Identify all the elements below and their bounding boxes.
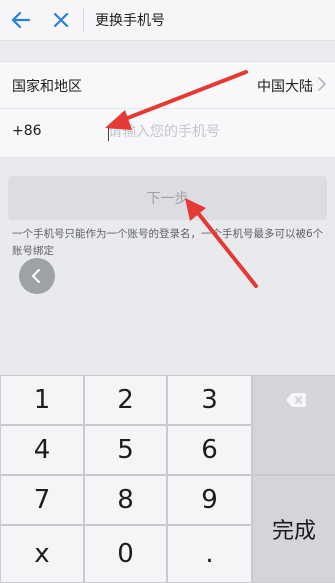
key-6[interactable]: 6 — [168, 426, 251, 474]
backspace-key[interactable] — [253, 376, 335, 474]
done-key[interactable]: 完成 — [253, 476, 335, 582]
nav-divider — [83, 8, 84, 32]
chevron-right-icon — [318, 77, 326, 91]
key-4[interactable]: 4 — [1, 426, 83, 474]
key-2[interactable]: 2 — [85, 376, 166, 424]
next-step-button[interactable]: 下一步 — [8, 176, 327, 220]
back-arrow-icon — [11, 11, 31, 29]
key-3[interactable]: 3 — [168, 376, 251, 424]
key-dot[interactable]: . — [168, 526, 251, 582]
key-9[interactable]: 9 — [168, 476, 251, 524]
key-7[interactable]: 7 — [1, 476, 83, 524]
chevron-left-icon — [32, 269, 40, 283]
hint-text: 一个手机号只能作为一个账号的登录名，一个手机号最多可以被6个账号绑定 — [12, 228, 324, 257]
region-selector[interactable]: 国家和地区 中国大陆 — [0, 62, 335, 109]
key-8[interactable]: 8 — [85, 476, 166, 524]
page-title: 更换手机号 — [95, 13, 165, 29]
back-button[interactable] — [9, 8, 33, 32]
key-x[interactable]: x — [1, 526, 83, 582]
numeric-keyboard: 1 2 3 4 5 6 7 8 9 完成 x 0 . — [0, 375, 335, 583]
region-label: 国家和地区 — [12, 79, 82, 95]
country-code: +86 — [12, 123, 42, 139]
floating-back-button[interactable] — [19, 258, 55, 294]
spacer-band — [0, 41, 335, 61]
top-nav-bar: 更换手机号 — [0, 0, 335, 41]
key-5[interactable]: 5 — [85, 426, 166, 474]
region-value: 中国大陆 — [257, 79, 313, 95]
backspace-icon — [286, 393, 306, 407]
phone-form: 国家和地区 中国大陆 +86 — [0, 61, 335, 158]
phone-input[interactable] — [108, 117, 323, 147]
close-button[interactable] — [49, 8, 73, 32]
key-1[interactable]: 1 — [1, 376, 83, 424]
close-icon — [53, 12, 69, 28]
text-caret — [108, 125, 109, 141]
phone-row: +86 — [0, 109, 335, 155]
key-0[interactable]: 0 — [85, 526, 166, 582]
